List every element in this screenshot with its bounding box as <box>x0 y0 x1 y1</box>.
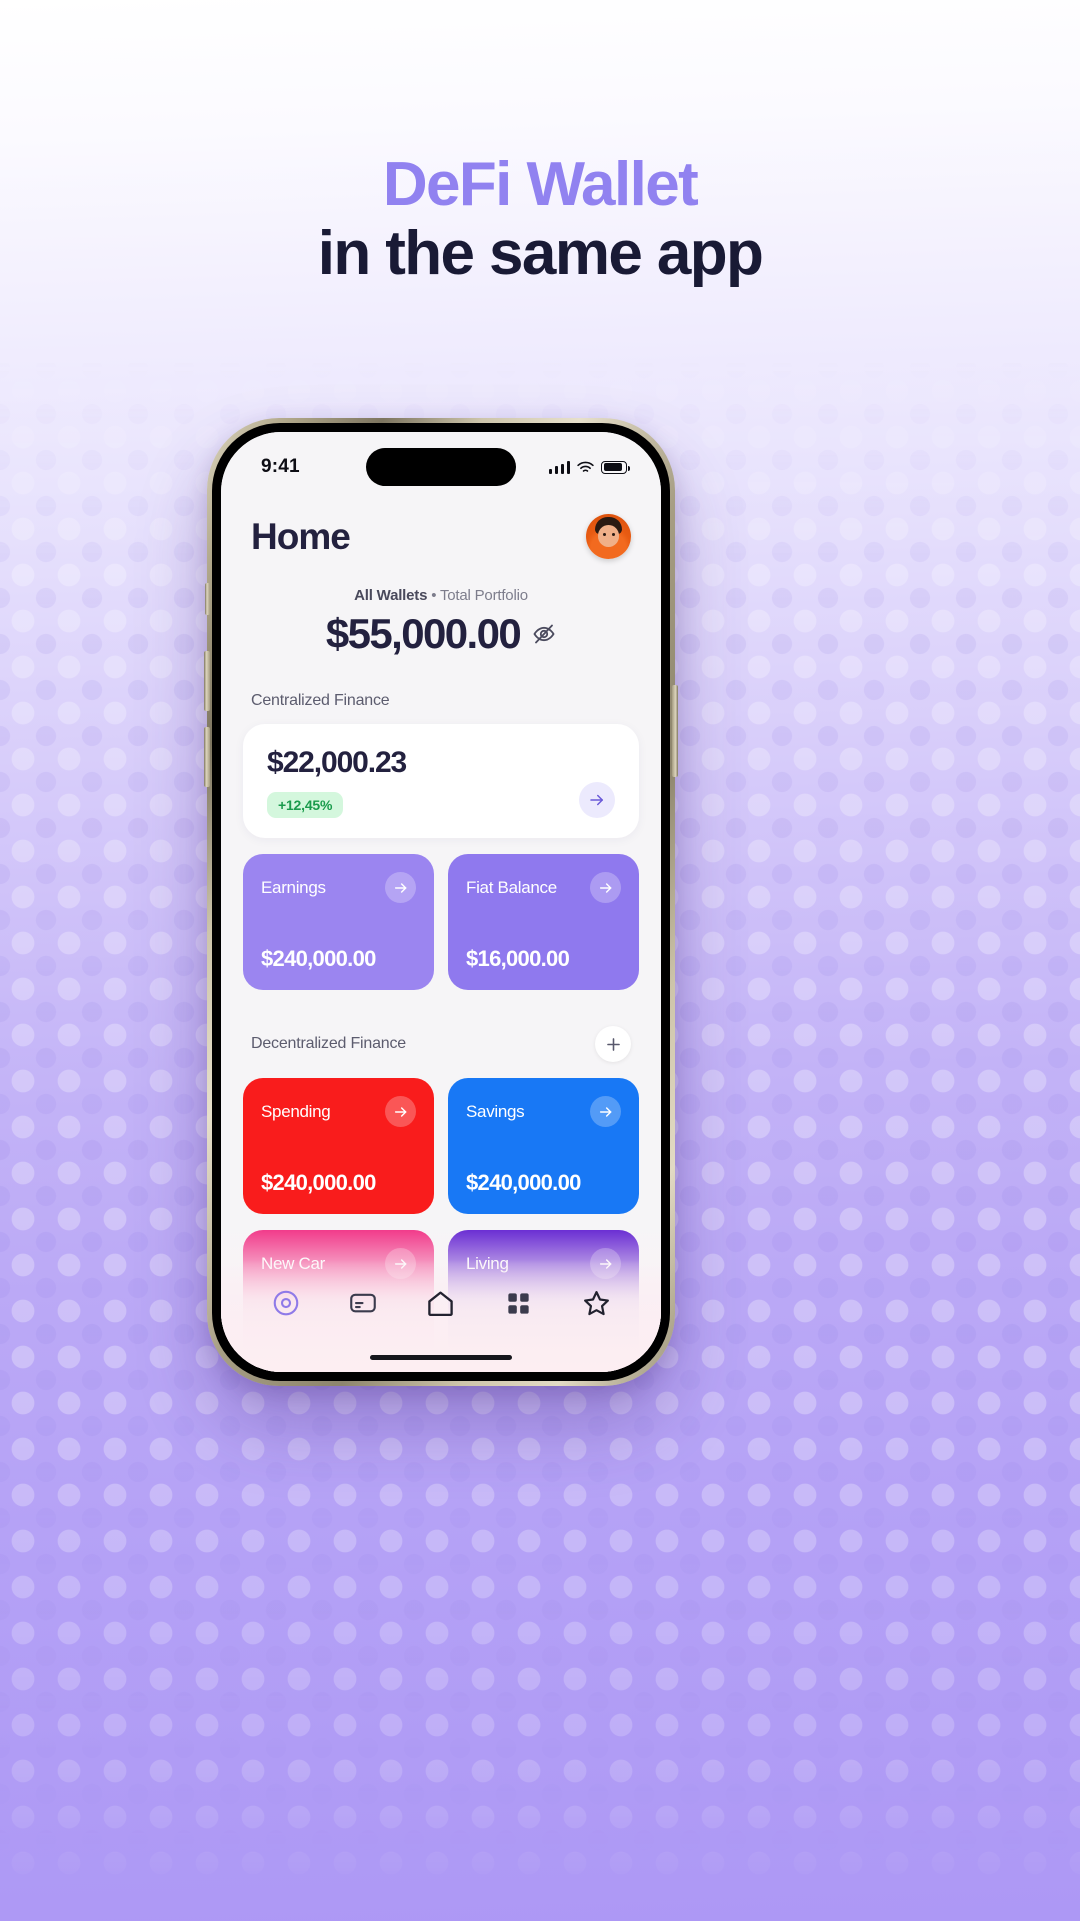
tile-savings[interactable]: Savings $240,000.00 <box>448 1078 639 1214</box>
target-circle-icon <box>273 1290 299 1316</box>
tab-apps[interactable] <box>496 1280 542 1326</box>
tab-discover[interactable] <box>263 1280 309 1326</box>
tile-earnings[interactable]: Earnings $240,000.00 <box>243 854 434 990</box>
tile-spending-arrow-button[interactable] <box>385 1096 416 1127</box>
tile-fiat-balance-arrow-button[interactable] <box>590 872 621 903</box>
dynamic-island <box>366 448 516 486</box>
tile-fiat-balance-label: Fiat Balance <box>466 877 557 897</box>
arrow-right-icon <box>599 882 611 893</box>
home-indicator[interactable] <box>370 1355 512 1360</box>
cefi-tiles: Earnings $240,000.00 Fiat Balance $16,00… <box>221 854 661 990</box>
home-icon <box>428 1290 454 1316</box>
tile-spending[interactable]: Spending $240,000.00 <box>243 1078 434 1214</box>
arrow-right-icon <box>599 1106 611 1117</box>
phone-volume-down-button[interactable] <box>204 727 210 787</box>
tile-earnings-label: Earnings <box>261 877 326 897</box>
cefi-balance-card[interactable]: $22,000.23 +12,45% <box>243 724 639 838</box>
tile-fiat-balance-amount: $16,000.00 <box>466 946 570 971</box>
tile-fiat-balance[interactable]: Fiat Balance $16,000.00 <box>448 854 639 990</box>
arrow-right-icon <box>590 794 603 806</box>
phone-bezel: Home All Wallets • Total Portfolio $55,0… <box>204 423 678 1381</box>
avatar-eye-left <box>603 533 606 536</box>
status-bar-indicators <box>548 460 630 474</box>
portfolio-label: Total Portfolio <box>439 587 528 604</box>
tile-savings-arrow-button[interactable] <box>590 1096 621 1127</box>
tile-fiat-balance-top: Fiat Balance <box>466 872 621 903</box>
app-screen-home: Home All Wallets • Total Portfolio $55,0… <box>221 432 661 1372</box>
avatar-eye-right <box>612 533 615 536</box>
tile-savings-amount: $240,000.00 <box>466 1170 581 1195</box>
section-header-defi: Decentralized Finance <box>221 1026 661 1062</box>
tile-savings-top: Savings <box>466 1096 621 1127</box>
tab-cards[interactable] <box>340 1280 386 1326</box>
avatar-face <box>598 525 619 547</box>
add-wallet-button[interactable] <box>595 1026 631 1062</box>
portfolio-amount-row: $55,000.00 <box>221 610 661 658</box>
card-icon <box>350 1293 377 1313</box>
avatar[interactable] <box>586 514 631 559</box>
app-header: Home <box>221 498 661 559</box>
tile-spending-label: Spending <box>261 1101 331 1121</box>
portfolio-scope: All Wallets <box>354 587 428 604</box>
phone-power-button[interactable] <box>672 685 678 777</box>
hero-headline: DeFi Wallet in the same app <box>0 150 1080 289</box>
tile-spending-amount: $240,000.00 <box>261 1170 376 1195</box>
section-label-cefi: Centralized Finance <box>251 692 390 709</box>
wifi-icon <box>577 461 594 472</box>
tile-earnings-arrow-button[interactable] <box>385 872 416 903</box>
page-title: Home <box>251 515 351 557</box>
status-bar-time: 9:41 <box>261 456 300 477</box>
cellular-signal-icon <box>548 460 570 474</box>
hero-headline-line1: DeFi Wallet <box>382 150 699 219</box>
section-label-defi: Decentralized Finance <box>251 1035 406 1052</box>
arrow-right-icon <box>394 882 406 893</box>
cefi-change-badge: +12,45% <box>267 792 344 818</box>
portfolio-separator: • <box>431 587 437 604</box>
star-icon <box>583 1290 609 1315</box>
arrow-right-icon <box>394 1106 406 1117</box>
cefi-amount: $22,000.23 <box>267 746 407 779</box>
tile-earnings-top: Earnings <box>261 872 416 903</box>
tile-savings-label: Savings <box>466 1101 525 1121</box>
tab-favorites[interactable] <box>573 1280 619 1326</box>
eye-off-icon[interactable] <box>532 622 556 646</box>
portfolio-summary: All Wallets • Total Portfolio $55,000.00 <box>221 587 661 658</box>
phone-screen: Home All Wallets • Total Portfolio $55,0… <box>221 432 661 1372</box>
phone-silent-switch[interactable] <box>205 583 210 615</box>
plus-icon <box>606 1037 620 1051</box>
phone-mockup: Home All Wallets • Total Portfolio $55,0… <box>204 418 678 1386</box>
defi-tiles-row1: Spending $240,000.00 Savings $240,000.00 <box>221 1078 661 1214</box>
portfolio-scope-label[interactable]: All Wallets • Total Portfolio <box>221 587 661 604</box>
tab-home[interactable] <box>418 1280 464 1326</box>
cefi-open-button[interactable] <box>579 782 615 818</box>
battery-icon <box>601 460 630 474</box>
hero-headline-line2: in the same app <box>317 219 764 289</box>
grid-apps-icon <box>508 1292 529 1314</box>
phone-volume-up-button[interactable] <box>204 651 210 711</box>
tile-earnings-amount: $240,000.00 <box>261 946 376 971</box>
portfolio-amount: $55,000.00 <box>325 610 522 657</box>
tile-spending-top: Spending <box>261 1096 416 1127</box>
